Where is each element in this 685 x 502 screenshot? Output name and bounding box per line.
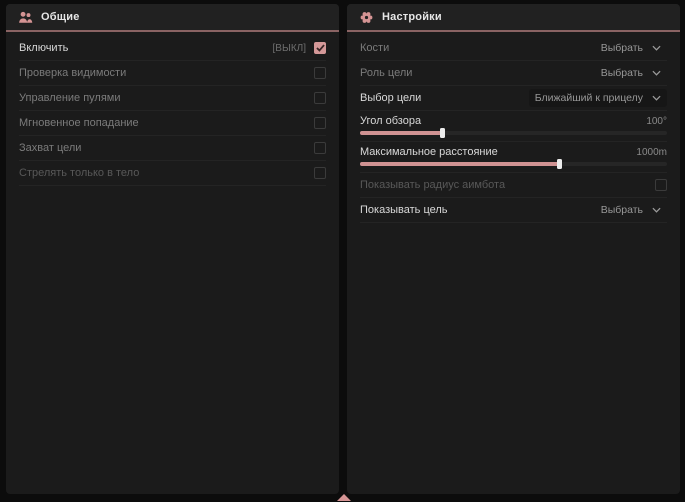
checkbox[interactable]	[314, 142, 326, 154]
row-label: Выбор цели	[360, 92, 421, 104]
checkbox[interactable]	[314, 67, 326, 79]
checkbox[interactable]	[314, 117, 326, 129]
panel-general: Общие Включить [ВЫКЛ] Проверка видимости…	[6, 4, 339, 494]
row-label: Включить	[19, 42, 68, 54]
panel-general-header: Общие	[6, 4, 339, 30]
show-target-dropdown[interactable]: Выбрать	[595, 201, 667, 219]
check-icon	[316, 44, 325, 52]
users-icon	[18, 10, 33, 25]
row-label: Захват цели	[19, 142, 81, 154]
panel-settings-title: Настройки	[382, 11, 442, 23]
checkbox[interactable]	[314, 92, 326, 104]
fov-slider[interactable]	[360, 131, 667, 135]
row-target-select: Выбор цели Ближайший к прицелу	[360, 86, 667, 111]
row-target-lock: Захват цели	[19, 136, 326, 161]
slider-value: 100°	[646, 116, 667, 127]
dropdown-value: Выбрать	[601, 67, 643, 79]
bones-dropdown[interactable]: Выбрать	[595, 39, 667, 57]
dropdown-value: Ближайший к прицелу	[535, 92, 643, 104]
scroll-up-arrow-icon[interactable]	[337, 494, 351, 501]
panel-general-body: Включить [ВЫКЛ] Проверка видимости Управ…	[6, 32, 339, 186]
mod-menu: Общие Включить [ВЫКЛ] Проверка видимости…	[0, 0, 685, 502]
panel-settings-header: Настройки	[347, 4, 680, 30]
row-label: Проверка видимости	[19, 67, 126, 79]
row-label: Показывать цель	[360, 204, 448, 216]
chevron-down-icon	[652, 45, 661, 51]
row-label: Стрелять только в тело	[19, 167, 139, 179]
target-role-dropdown[interactable]: Выбрать	[595, 64, 667, 82]
panel-settings-body: Кости Выбрать Роль цели Выбрать	[347, 32, 680, 223]
hotkey-state-text: [ВЫКЛ]	[273, 43, 306, 54]
row-instant-hit: Мгновенное попадание	[19, 111, 326, 136]
chevron-down-icon	[652, 95, 661, 101]
row-bones: Кости Выбрать	[360, 36, 667, 61]
slider-fill	[360, 162, 560, 166]
dropdown-value: Выбрать	[601, 42, 643, 54]
checkbox[interactable]	[655, 179, 667, 191]
slider-thumb[interactable]	[440, 128, 445, 138]
row-enable: Включить [ВЫКЛ]	[19, 36, 326, 61]
row-target-role: Роль цели Выбрать	[360, 61, 667, 86]
row-show-target: Показывать цель Выбрать	[360, 198, 667, 223]
checkbox[interactable]	[314, 42, 326, 54]
row-fov: Угол обзора 100°	[360, 111, 667, 142]
checkbox[interactable]	[314, 167, 326, 179]
slider-fill	[360, 131, 443, 135]
chevron-down-icon	[652, 70, 661, 76]
panel-general-title: Общие	[41, 11, 80, 23]
dropdown-value: Выбрать	[601, 204, 643, 216]
row-visibility-check: Проверка видимости	[19, 61, 326, 86]
row-label: Угол обзора	[360, 115, 421, 127]
row-label: Мгновенное попадание	[19, 117, 139, 129]
slider-thumb[interactable]	[557, 159, 562, 169]
row-label: Максимальное расстояние	[360, 146, 498, 158]
max-distance-slider[interactable]	[360, 162, 667, 166]
row-show-aimbot-radius: Показывать радиус аимбота	[360, 173, 667, 198]
slider-value: 1000m	[636, 147, 667, 158]
row-bullet-control: Управление пулями	[19, 86, 326, 111]
target-select-dropdown[interactable]: Ближайший к прицелу	[529, 89, 667, 107]
row-max-distance: Максимальное расстояние 1000m	[360, 142, 667, 173]
row-label: Показывать радиус аимбота	[360, 179, 505, 191]
row-label: Роль цели	[360, 67, 412, 79]
row-label: Кости	[360, 42, 389, 54]
row-label: Управление пулями	[19, 92, 121, 104]
row-body-only: Стрелять только в тело	[19, 161, 326, 186]
panel-settings: Настройки Кости Выбрать Роль цели Выбрат…	[347, 4, 680, 494]
gear-icon	[359, 10, 374, 25]
chevron-down-icon	[652, 207, 661, 213]
